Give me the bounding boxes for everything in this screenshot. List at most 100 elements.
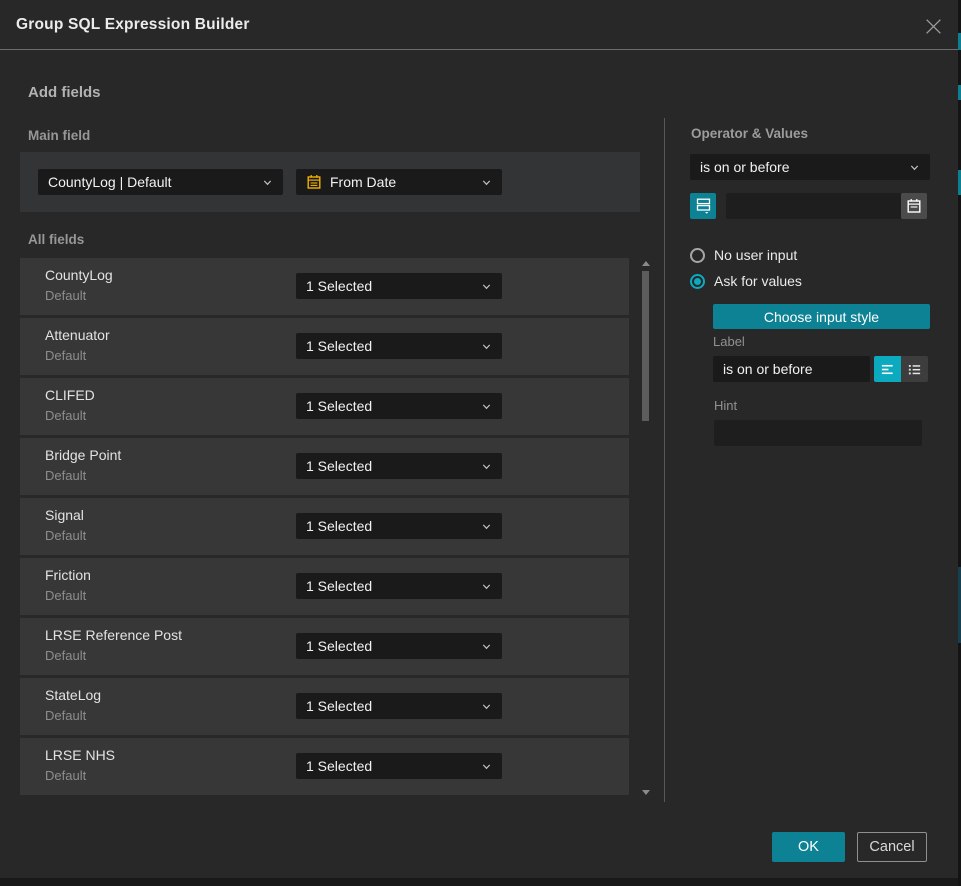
field-subtitle: Default	[45, 288, 86, 303]
main-field-field-dropdown[interactable]: From Date	[296, 169, 502, 195]
field-name: Signal	[45, 507, 84, 523]
operator-value: is on or before	[700, 159, 901, 175]
field-selected-dropdown[interactable]: 1 Selected	[296, 693, 502, 719]
field-selected-dropdown[interactable]: 1 Selected	[296, 513, 502, 539]
scroll-down-arrow-icon[interactable]	[642, 790, 650, 795]
field-subtitle: Default	[45, 528, 86, 543]
chevron-down-icon	[481, 401, 492, 412]
field-row: LRSE NHS Default 1 Selected	[20, 738, 629, 795]
radio-unselected-icon	[690, 248, 705, 263]
field-row: LRSE Reference Post Default 1 Selected	[20, 618, 629, 675]
field-row: Friction Default 1 Selected	[20, 558, 629, 615]
label-input[interactable]	[713, 356, 870, 382]
field-row: StateLog Default 1 Selected	[20, 678, 629, 735]
hint-input[interactable]	[714, 420, 922, 446]
chevron-down-icon	[481, 521, 492, 532]
operator-dropdown[interactable]: is on or before	[690, 154, 930, 180]
field-selected-dropdown[interactable]: 1 Selected	[296, 753, 502, 779]
background-bottom-edge	[0, 878, 958, 886]
ask-for-values-radio[interactable]: Ask for values	[690, 273, 802, 289]
field-selected-value: 1 Selected	[306, 698, 473, 714]
no-user-input-label: No user input	[714, 247, 797, 263]
field-selected-dropdown[interactable]: 1 Selected	[296, 393, 502, 419]
list-value-style-button[interactable]	[901, 356, 928, 382]
all-fields-list: CountyLog Default 1 Selected Attenuator …	[20, 258, 629, 798]
main-field-panel: CountyLog | Default From Date	[20, 152, 640, 212]
radio-selected-icon	[690, 274, 705, 289]
panel-divider	[664, 118, 665, 802]
field-subtitle: Default	[45, 708, 86, 723]
field-selected-dropdown[interactable]: 1 Selected	[296, 453, 502, 479]
field-selected-value: 1 Selected	[306, 398, 473, 414]
date-value-input[interactable]	[726, 193, 901, 219]
main-field-field-value: From Date	[330, 174, 473, 190]
field-name: LRSE Reference Post	[45, 627, 182, 643]
field-name: Attenuator	[45, 327, 110, 343]
chevron-down-icon	[481, 761, 492, 772]
unique-values-button[interactable]	[690, 193, 716, 219]
field-selected-value: 1 Selected	[306, 338, 473, 354]
ask-for-values-label: Ask for values	[714, 273, 802, 289]
field-subtitle: Default	[45, 588, 86, 603]
no-user-input-radio[interactable]: No user input	[690, 247, 797, 263]
label-caption: Label	[713, 334, 745, 349]
date-picker-button[interactable]	[901, 193, 927, 219]
field-selected-dropdown[interactable]: 1 Selected	[296, 333, 502, 359]
align-left-icon	[880, 362, 895, 377]
scrollbar-thumb[interactable]	[642, 271, 649, 421]
close-button[interactable]	[920, 13, 946, 39]
field-selected-value: 1 Selected	[306, 458, 473, 474]
field-name: StateLog	[45, 687, 101, 703]
field-row: Bridge Point Default 1 Selected	[20, 438, 629, 495]
list-rows-icon	[695, 197, 712, 215]
main-field-heading: Main field	[28, 128, 90, 143]
field-name: Bridge Point	[45, 447, 121, 463]
field-selected-value: 1 Selected	[306, 638, 473, 654]
field-name: LRSE NHS	[45, 747, 115, 763]
field-row: Signal Default 1 Selected	[20, 498, 629, 555]
calendar-icon	[906, 198, 922, 214]
group-sql-expression-builder-dialog: Group SQL Expression Builder Add fields …	[0, 0, 958, 878]
chevron-down-icon	[481, 701, 492, 712]
chevron-down-icon	[481, 461, 492, 472]
field-selected-dropdown[interactable]: 1 Selected	[296, 633, 502, 659]
chevron-down-icon	[481, 641, 492, 652]
field-selected-dropdown[interactable]: 1 Selected	[296, 573, 502, 599]
field-selected-value: 1 Selected	[306, 578, 473, 594]
field-subtitle: Default	[45, 408, 86, 423]
field-selected-dropdown[interactable]: 1 Selected	[296, 273, 502, 299]
field-subtitle: Default	[45, 768, 86, 783]
field-row: Attenuator Default 1 Selected	[20, 318, 629, 375]
dialog-titlebar: Group SQL Expression Builder	[0, 0, 958, 50]
field-selected-value: 1 Selected	[306, 278, 473, 294]
field-name: CLIFED	[45, 387, 95, 403]
main-field-source-value: CountyLog | Default	[48, 174, 254, 190]
choose-input-style-button[interactable]: Choose input style	[713, 304, 930, 329]
bullet-list-icon	[907, 362, 922, 377]
chevron-down-icon	[481, 581, 492, 592]
chevron-down-icon	[481, 341, 492, 352]
dialog-title: Group SQL Expression Builder	[16, 0, 250, 50]
all-fields-scrollbar[interactable]	[641, 258, 651, 798]
field-selected-value: 1 Selected	[306, 758, 473, 774]
hint-caption: Hint	[714, 398, 737, 413]
single-value-style-button[interactable]	[874, 356, 901, 382]
cancel-button[interactable]: Cancel	[857, 832, 927, 862]
field-row: CLIFED Default 1 Selected	[20, 378, 629, 435]
field-name: Friction	[45, 567, 91, 583]
main-field-source-dropdown[interactable]: CountyLog | Default	[38, 169, 283, 195]
field-subtitle: Default	[45, 648, 86, 663]
field-name: CountyLog	[45, 267, 113, 283]
chevron-down-icon	[481, 281, 492, 292]
all-fields-heading: All fields	[28, 232, 84, 247]
field-subtitle: Default	[45, 468, 86, 483]
add-fields-heading: Add fields	[28, 84, 101, 101]
chevron-down-icon	[481, 177, 492, 188]
ok-button[interactable]: OK	[772, 832, 845, 862]
calendar-icon	[306, 174, 322, 190]
scroll-up-arrow-icon[interactable]	[642, 261, 650, 266]
chevron-down-icon	[909, 162, 920, 173]
field-subtitle: Default	[45, 348, 86, 363]
close-icon	[924, 17, 943, 36]
chevron-down-icon	[262, 177, 273, 188]
